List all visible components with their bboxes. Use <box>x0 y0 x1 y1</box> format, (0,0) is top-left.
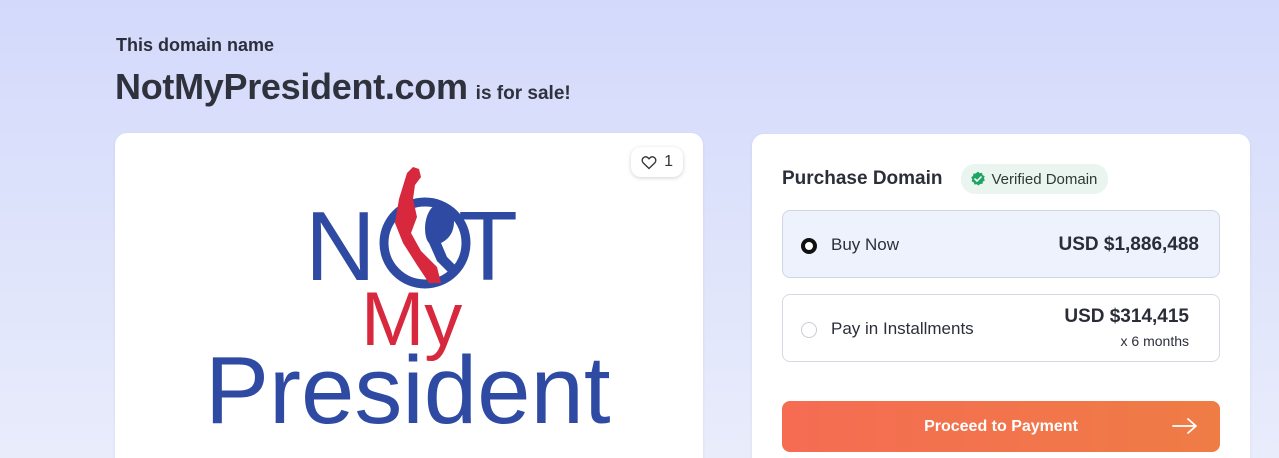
verified-badge: Verified Domain <box>960 164 1109 194</box>
verified-label: Verified Domain <box>991 170 1098 188</box>
logo-letter-t: T <box>458 191 518 301</box>
logo-word-president: President <box>205 337 611 444</box>
for-sale-text: is for sale! <box>475 83 571 104</box>
logo-card: N T My President 1 <box>115 133 703 458</box>
domain-headline: NotMyPresident.com is for sale! <box>115 66 571 108</box>
heart-outline-icon <box>641 155 657 169</box>
option-installments[interactable]: Pay in Installments USD $314,415 x 6 mon… <box>782 294 1220 362</box>
radio-buy-now[interactable] <box>801 238 817 254</box>
domain-name: NotMyPresident.com <box>115 66 468 107</box>
option-installments-term: x 6 months <box>1120 333 1189 349</box>
like-button[interactable]: 1 <box>631 147 683 177</box>
like-count: 1 <box>664 153 673 170</box>
domain-logo: N T My President <box>205 167 611 444</box>
check-badge-icon <box>970 171 985 186</box>
arrow-right-icon <box>1172 418 1197 434</box>
proceed-label: Proceed to Payment <box>924 417 1078 435</box>
option-buy-now-price: USD $1,886,488 <box>1058 234 1200 255</box>
proceed-to-payment-button[interactable]: Proceed to Payment <box>782 401 1220 452</box>
option-buy-now[interactable]: Buy Now USD $1,886,488 <box>782 210 1220 278</box>
option-installments-label: Pay in Installments <box>831 319 974 338</box>
purchase-header: Purchase Domain Verified Domain <box>782 164 1109 194</box>
option-installments-price: USD $314,415 <box>1064 306 1189 327</box>
eyebrow-text: This domain name <box>116 35 275 55</box>
purchase-card: Purchase Domain Verified Domain Buy Now … <box>752 134 1250 458</box>
option-buy-now-label: Buy Now <box>831 235 900 254</box>
radio-installments[interactable] <box>801 322 817 338</box>
purchase-title: Purchase Domain <box>782 168 943 189</box>
